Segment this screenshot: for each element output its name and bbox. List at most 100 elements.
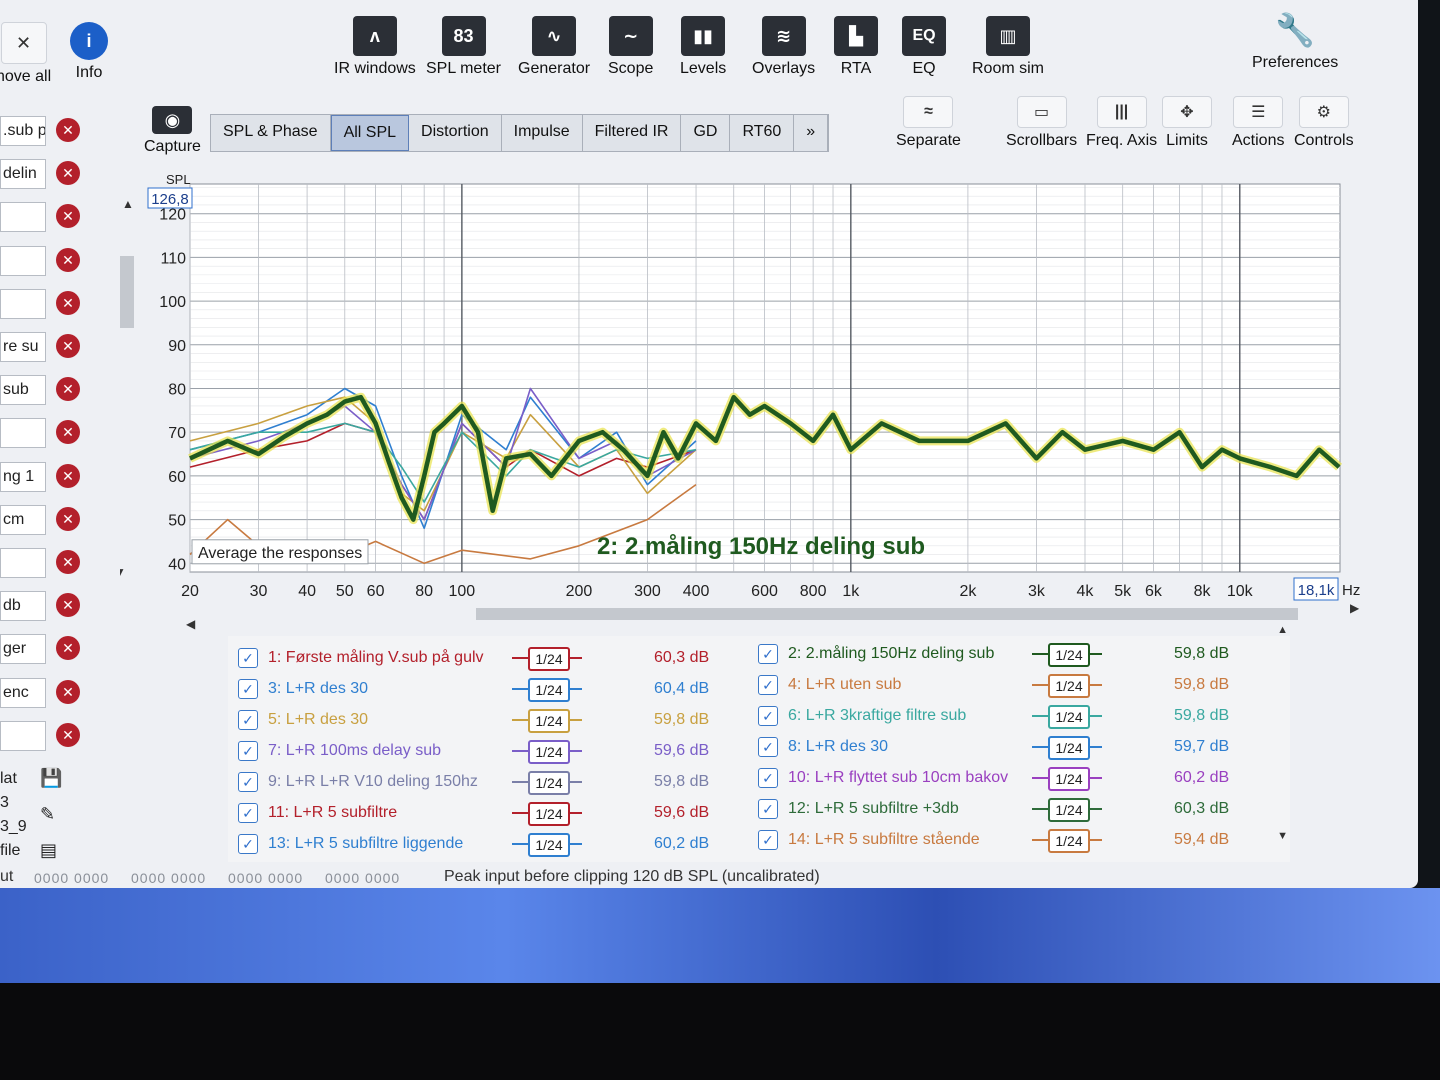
measurement-row[interactable]: .sub p ✕	[0, 112, 92, 148]
room-sim-button[interactable]: ▥ Room sim	[972, 16, 1044, 78]
smoothing-selector[interactable]: 1/24	[512, 802, 582, 826]
smoothing-selector[interactable]: 1/24	[512, 678, 582, 702]
x-scrollbar-thumb[interactable]	[476, 608, 1298, 620]
measurement-row[interactable]: ✕	[0, 717, 92, 753]
smoothing-value[interactable]: 1/24	[528, 678, 570, 702]
measurement-row[interactable]: ✕	[0, 242, 92, 278]
remove-measurement-icon[interactable]: ✕	[56, 463, 80, 488]
legend-item[interactable]: ✓ 13: L+R 5 subfiltre liggende 1/24 60,2 dB	[238, 830, 724, 858]
separate-button[interactable]: ≈ Separate	[896, 96, 961, 150]
legend-checkbox[interactable]: ✓	[238, 772, 258, 792]
remove-measurement-icon[interactable]: ✕	[56, 636, 80, 661]
measurement-row[interactable]: re su ✕	[0, 328, 92, 364]
spl-meter-button[interactable]: 83 SPL meter	[426, 16, 501, 78]
legend-item[interactable]: ✓ 4: L+R uten sub 1/24 59,8 dB	[758, 671, 1244, 699]
legend-checkbox[interactable]: ✓	[758, 830, 778, 850]
legend-item[interactable]: ✓ 5: L+R des 30 1/24 59,8 dB	[238, 706, 724, 734]
measurement-name-field[interactable]: db	[0, 591, 46, 622]
smoothing-value[interactable]: 1/24	[528, 647, 570, 671]
measurement-name-field[interactable]	[0, 245, 46, 276]
measurement-row[interactable]: ger ✕	[0, 630, 92, 666]
measurement-name-field[interactable]: re su	[0, 332, 46, 362]
generator-button[interactable]: ∿ Generator	[518, 16, 590, 78]
smoothing-selector[interactable]: 1/24	[512, 833, 582, 857]
smoothing-value[interactable]: 1/24	[1048, 767, 1090, 791]
save-icon[interactable]: 💾	[40, 768, 62, 789]
measurement-row[interactable]: cm ✕	[0, 501, 92, 537]
measurement-row[interactable]: ✕	[0, 285, 92, 321]
smoothing-value[interactable]: 1/24	[1048, 705, 1090, 729]
legend-scroll-down-icon[interactable]: ▼	[1277, 830, 1288, 842]
smoothing-value[interactable]: 1/24	[1048, 798, 1090, 822]
smoothing-value[interactable]: 1/24	[1048, 829, 1090, 853]
remove-measurement-icon[interactable]: ✕	[56, 506, 80, 531]
legend-checkbox[interactable]: ✓	[758, 644, 778, 664]
measurement-name-field[interactable]: delin	[0, 159, 46, 190]
x-end-readout[interactable]: 18,1k	[1298, 582, 1335, 599]
measurement-row[interactable]: ✕	[0, 198, 92, 234]
remove-measurement-icon[interactable]: ✕	[56, 722, 80, 747]
legend-checkbox[interactable]: ✓	[238, 679, 258, 699]
tab-spl-phase[interactable]: SPL & Phase	[211, 115, 331, 151]
legend-checkbox[interactable]: ✓	[238, 834, 258, 854]
legend-item[interactable]: ✓ 6: L+R 3kraftige filtre sub 1/24 59,8 dB	[758, 702, 1244, 730]
legend-item[interactable]: ✓ 7: L+R 100ms delay sub 1/24 59,6 dB	[238, 737, 724, 765]
scroll-down-icon[interactable]: ▼	[120, 565, 126, 579]
legend-item[interactable]: ✓ 1: Første måling V.sub på gulv 1/24 60,3 …	[238, 644, 724, 672]
legend-item[interactable]: ✓ 11: L+R 5 subfiltre 1/24 59,6 dB	[238, 799, 724, 827]
tab-all-spl[interactable]: All SPL	[330, 115, 410, 151]
smoothing-selector[interactable]: 1/24	[512, 740, 582, 764]
remove-measurement-icon[interactable]: ✕	[56, 550, 80, 574]
smoothing-value[interactable]: 1/24	[1048, 643, 1090, 667]
measurement-name-field[interactable]: sub	[0, 375, 46, 406]
remove-measurement-icon[interactable]: ✕	[56, 334, 80, 358]
smoothing-selector[interactable]: 1/24	[512, 709, 582, 733]
legend-checkbox[interactable]: ✓	[238, 741, 258, 761]
legend-item[interactable]: ✓ 2: 2.måling 150Hz deling sub 1/24 59,8 dB	[758, 640, 1244, 668]
legend-checkbox[interactable]: ✓	[238, 710, 258, 730]
eq-button[interactable]: EQ EQ	[902, 16, 946, 78]
tab-gd[interactable]: GD	[681, 115, 731, 151]
smoothing-selector[interactable]: 1/24	[1032, 829, 1102, 853]
measurement-name-field[interactable]	[0, 418, 46, 449]
remove-measurement-icon[interactable]: ✕	[56, 593, 80, 618]
y-scrollbar-thumb[interactable]	[120, 256, 134, 328]
rta-button[interactable]: ▙ RTA	[834, 16, 878, 78]
legend-item[interactable]: ✓ 3: L+R des 30 1/24 60,4 dB	[238, 675, 724, 703]
remove-measurement-icon[interactable]: ✕	[56, 420, 80, 445]
smoothing-value[interactable]: 1/24	[528, 833, 570, 857]
file-icon[interactable]: ▤	[40, 840, 57, 861]
measurement-name-field[interactable]	[0, 288, 46, 319]
legend-checkbox[interactable]: ✓	[758, 799, 778, 819]
legend-item[interactable]: ✓ 8: L+R des 30 1/24 59,7 dB	[758, 733, 1244, 761]
smoothing-selector[interactable]: 1/24	[1032, 705, 1102, 729]
overlays-button[interactable]: ≋ Overlays	[752, 16, 815, 78]
legend-item[interactable]: ✓ 12: L+R 5 subfiltre +3db 1/24 60,3 dB	[758, 795, 1244, 823]
remove-measurement-icon[interactable]: ✕	[56, 377, 80, 402]
measurement-name-field[interactable]	[0, 720, 46, 751]
smoothing-value[interactable]: 1/24	[1048, 736, 1090, 760]
smoothing-selector[interactable]: 1/24	[1032, 643, 1102, 667]
smoothing-value[interactable]: 1/24	[528, 740, 570, 764]
tab-rt60[interactable]: RT60	[730, 115, 795, 151]
tab-distortion[interactable]: Distortion	[409, 115, 502, 151]
remove-measurement-icon[interactable]: ✕	[56, 118, 80, 142]
legend-item[interactable]: ✓ 14: L+R 5 subfiltre stående 1/24 59,4 dB	[758, 826, 1244, 854]
measurement-name-field[interactable]: ng 1	[0, 461, 46, 492]
measurement-name-field[interactable]: enc	[0, 677, 46, 708]
actions-button[interactable]: ☰ Actions	[1232, 96, 1284, 150]
smoothing-selector[interactable]: 1/24	[1032, 674, 1102, 698]
legend-checkbox[interactable]: ✓	[238, 803, 258, 823]
smoothing-value[interactable]: 1/24	[528, 802, 570, 826]
limits-button[interactable]: ✥ Limits	[1162, 96, 1212, 150]
scrollbars-button[interactable]: ▭ Scrollbars	[1006, 96, 1077, 150]
remove-measurement-icon[interactable]: ✕	[56, 161, 80, 186]
measurement-name-field[interactable]: cm	[0, 504, 46, 535]
measurement-row[interactable]: sub ✕	[0, 371, 92, 407]
spl-chart[interactable]: 120 110 100 90 80 70 60 50 40 SPL 126,8 20 30 40 50 60 8…	[120, 172, 1400, 632]
smoothing-selector[interactable]: 1/24	[1032, 736, 1102, 760]
legend-checkbox[interactable]: ✓	[758, 706, 778, 726]
legend-item[interactable]: ✓ 10: L+R flyttet sub 10cm bakov 1/24 60,2 …	[758, 764, 1244, 792]
smoothing-selector[interactable]: 1/24	[1032, 767, 1102, 791]
capture-button[interactable]: ◉ Capture	[144, 106, 201, 156]
